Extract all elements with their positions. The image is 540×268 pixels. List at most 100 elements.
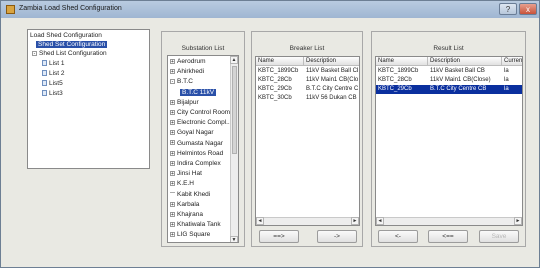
substation-item-label: B.T.C 11kV — [182, 88, 215, 96]
scroll-thumb[interactable] — [232, 66, 237, 154]
result-col-description[interactable]: Description — [428, 57, 502, 66]
breaker-row[interactable]: KBTC_28Cb 11kV Main1 CB(Close) — [256, 76, 359, 85]
collapse-icon[interactable]: - — [170, 79, 175, 85]
substation-item-label: Indira Complex — [177, 160, 221, 167]
expand-icon[interactable]: + — [170, 211, 175, 217]
tree-list-label: List3 — [49, 90, 63, 97]
help-button[interactable]: ? — [499, 3, 517, 15]
tree-shed-list-configuration[interactable]: - Shed List Configuration — [32, 50, 107, 57]
substation-item-label: Ahirkhedi — [177, 68, 205, 76]
expand-icon[interactable]: + — [170, 58, 175, 64]
breaker-hscroll[interactable]: ◄ ► — [256, 217, 359, 225]
scroll-right-icon[interactable]: ► — [514, 217, 522, 225]
expand-icon[interactable]: + — [170, 130, 175, 136]
breaker-row[interactable]: KBTC_30Cb 11kV 56 Dukan CB — [256, 94, 359, 103]
tree-list-label: List5 — [49, 80, 63, 87]
expand-icon[interactable]: + — [170, 221, 175, 227]
save-button[interactable]: Save — [479, 230, 519, 243]
substation-item-label: Jinsi Hat — [177, 170, 202, 178]
expand-icon[interactable]: + — [170, 150, 175, 156]
substation-item-label: Gumasta Nagar — [177, 139, 223, 147]
breaker-list[interactable]: Name Description KBTC_1899Cb 11kV Basket … — [255, 56, 360, 226]
breaker-title: Breaker List — [289, 45, 325, 52]
result-title: Result List — [433, 45, 464, 52]
result-col-name[interactable]: Name — [376, 57, 428, 66]
expand-icon[interactable]: + — [170, 68, 175, 74]
tree-list-item[interactable]: List5 — [42, 80, 63, 87]
substation-item[interactable]: + City Control Room — [170, 109, 230, 116]
substation-item-label: Electronic Compl... — [177, 119, 232, 127]
substation-item[interactable]: + Khatiwala Tank — [170, 221, 221, 228]
tree-list-item[interactable]: List 2 — [42, 70, 65, 77]
result-hscroll[interactable]: ◄ ► — [376, 217, 522, 225]
expand-icon[interactable]: + — [170, 99, 175, 105]
close-button[interactable]: x — [519, 3, 537, 15]
result-list[interactable]: Name Description Curren KBTC_1899Cb 11kV … — [375, 56, 523, 226]
result-row[interactable]: KBTC_1899Cb 11kV Basket Ball CB la — [376, 67, 522, 76]
substation-item[interactable]: + Khajrana — [170, 211, 203, 218]
list-icon — [42, 80, 47, 87]
expand-icon[interactable]: + — [170, 140, 175, 146]
substation-item[interactable]: + LIG Square — [170, 231, 210, 238]
substation-item[interactable]: + Gumasta Nagar — [170, 140, 223, 147]
substation-item[interactable]: + Bijalpur — [170, 99, 199, 106]
substation-item[interactable]: + Electronic Compl... — [170, 119, 232, 126]
substation-item[interactable]: + Helmintos Road — [170, 150, 223, 157]
substation-vscroll[interactable]: ▲ ▼ — [230, 56, 238, 242]
result-row[interactable]: KBTC_29Cb B.T.C City Centre CB la — [376, 85, 522, 94]
result-row[interactable]: KBTC_28Cb 11kV Main1 CB(Close) la — [376, 76, 522, 85]
substation-item-label: Helmintos Road — [177, 149, 224, 157]
substation-item-label: Khajrana — [177, 211, 204, 218]
scroll-left-icon[interactable]: ◄ — [256, 217, 264, 225]
scroll-right-icon[interactable]: ► — [351, 217, 359, 225]
breaker-description-cell: 11kV 56 Dukan CB — [306, 95, 357, 101]
scroll-left-icon[interactable]: ◄ — [376, 217, 384, 225]
substation-item[interactable]: B.T.C 11kV — [180, 88, 217, 96]
remove-button[interactable]: <- — [378, 230, 418, 243]
expand-icon[interactable]: + — [170, 181, 175, 187]
breaker-col-name[interactable]: Name — [256, 57, 304, 66]
substation-tree[interactable]: + Aerodrum + Ahirkhedi - B.T.C B.T.C 11kV + Bija… — [167, 55, 239, 243]
substation-item[interactable]: - B.T.C — [170, 78, 193, 85]
breaker-row[interactable]: KBTC_29Cb B.T.C City Centre CB — [256, 85, 359, 94]
config-tree[interactable]: Load Shed Configuration Shed Set Configu… — [27, 29, 150, 169]
tree-list-item[interactable]: List3 — [42, 90, 63, 97]
substation-item[interactable]: + Indira Complex — [170, 160, 221, 167]
expand-icon[interactable]: — — [170, 191, 175, 196]
substation-item[interactable]: + Goyal Nagar — [170, 129, 214, 136]
breaker-name-cell: KBTC_28Cb — [258, 77, 292, 83]
expand-icon[interactable]: + — [170, 160, 175, 166]
breaker-col-description[interactable]: Description — [304, 57, 359, 66]
expand-icon[interactable]: + — [170, 232, 175, 238]
scroll-up-icon[interactable]: ▲ — [230, 56, 238, 64]
substation-item-label: K.E.H — [177, 180, 194, 188]
add-button[interactable]: -> — [317, 230, 357, 243]
result-col-current[interactable]: Curren — [502, 57, 522, 66]
expand-icon[interactable]: + — [170, 170, 175, 176]
scroll-down-icon[interactable]: ▼ — [230, 236, 238, 242]
substation-item[interactable]: + Aerodrum — [170, 58, 206, 65]
result-name-cell: KBTC_28Cb — [378, 77, 412, 83]
add-all-button[interactable]: ==> — [259, 230, 299, 243]
substation-item[interactable]: + Ahirkhedi — [170, 68, 204, 75]
expand-icon[interactable]: + — [170, 201, 175, 207]
remove-all-button[interactable]: <== — [428, 230, 468, 243]
collapse-icon[interactable]: - — [32, 50, 37, 56]
tree-list-item[interactable]: List 1 — [42, 60, 65, 67]
substation-item[interactable]: + Karbala — [170, 201, 199, 208]
breaker-description-cell: B.T.C City Centre CB — [306, 86, 358, 92]
substation-item[interactable]: + Jinsi Hat — [170, 170, 202, 177]
breaker-row[interactable]: KBTC_1899Cb 11kV Basket Ball CB — [256, 67, 359, 76]
breaker-description-cell: 11kV Main1 CB(Close) — [306, 77, 358, 83]
substation-item-label: City Control Room — [177, 109, 231, 116]
expand-icon[interactable]: + — [170, 109, 175, 115]
tree-root[interactable]: Load Shed Configuration — [30, 32, 102, 39]
breaker-description-cell: 11kV Basket Ball CB — [306, 68, 358, 74]
substation-item[interactable]: + K.E.H — [170, 180, 194, 187]
substation-item[interactable]: — Kabit Khedi — [170, 191, 210, 198]
tree-shed-set-configuration[interactable]: Shed Set Configuration — [36, 41, 108, 48]
list-icon — [42, 90, 47, 97]
substation-item-label: LIG Square — [177, 231, 211, 239]
expand-icon[interactable]: + — [170, 119, 175, 125]
main-window: Zambia Load Shed Configuration ? x Load … — [0, 0, 540, 268]
